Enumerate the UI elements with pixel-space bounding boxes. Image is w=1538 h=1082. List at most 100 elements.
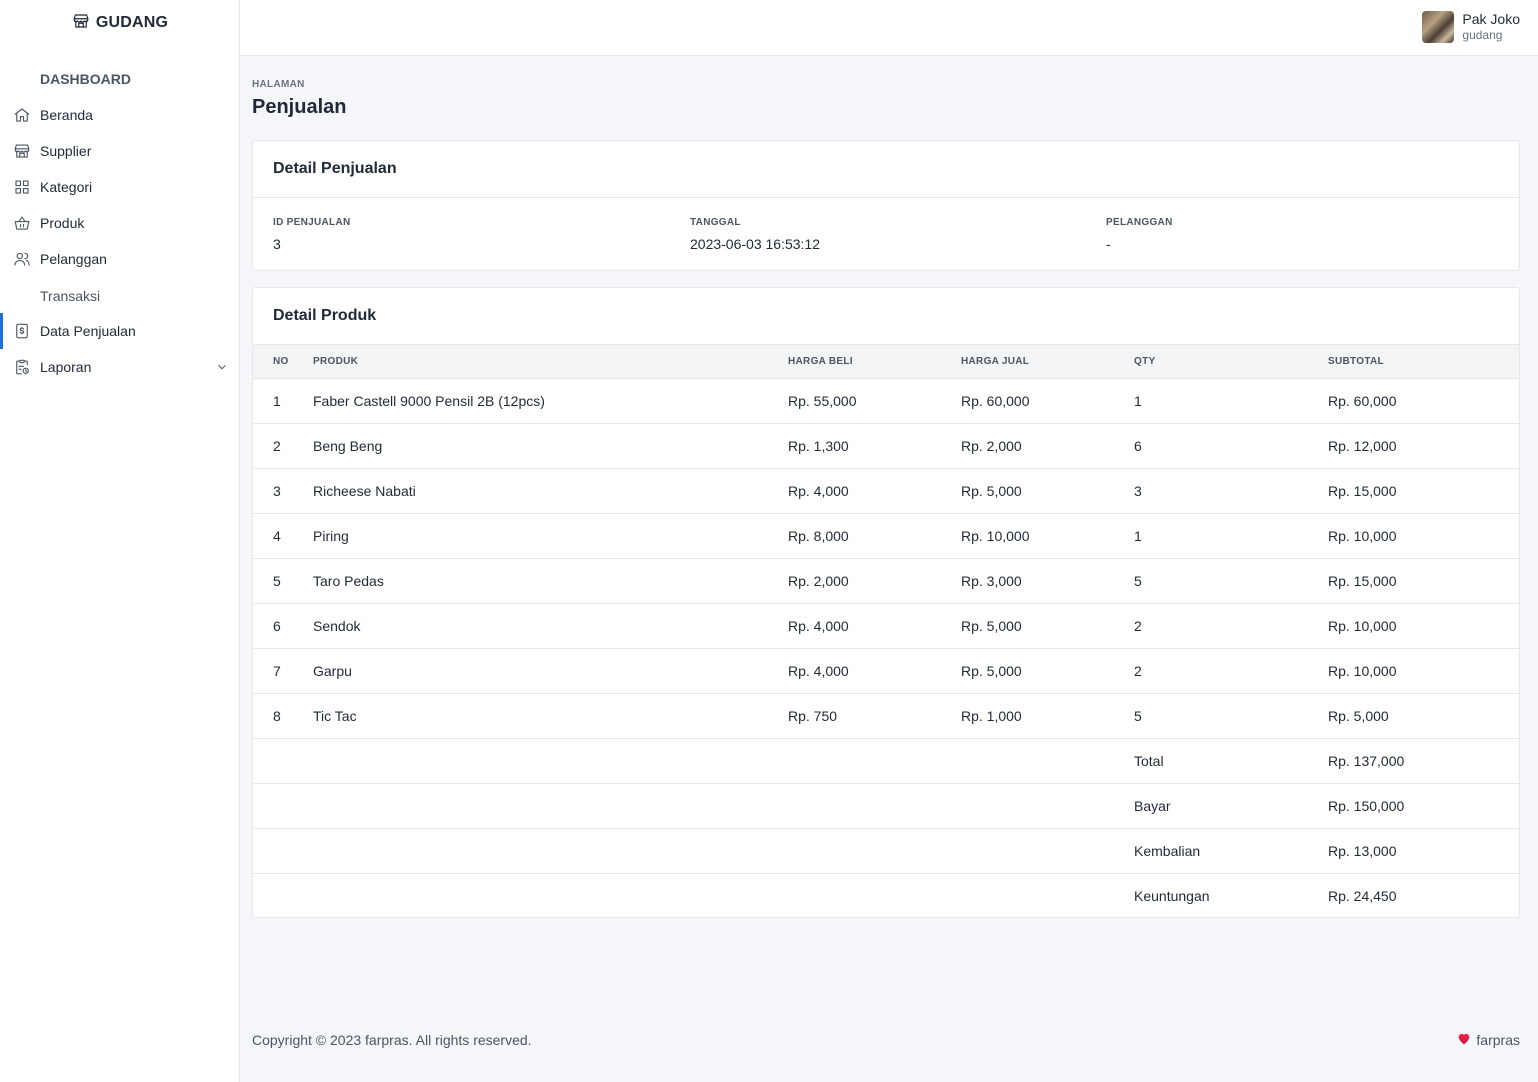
- cell-no: 2: [253, 423, 313, 469]
- section-label-dashboard: DASHBOARD: [40, 71, 131, 87]
- summary-value: Rp. 150,000: [1328, 783, 1519, 829]
- summary-row-total: Total Rp. 137,000: [253, 738, 1519, 784]
- sale-customer-label: PELANGGAN: [1106, 217, 1173, 228]
- cell-no: 4: [253, 513, 313, 559]
- sidebar-item-produk[interactable]: Produk: [0, 205, 239, 241]
- cell-produk: Taro Pedas: [313, 558, 788, 604]
- cell-harga-beli: Rp. 4,000: [788, 468, 961, 514]
- chevron-down-icon: [215, 360, 229, 374]
- cell-subtotal: Rp. 15,000: [1328, 558, 1519, 604]
- cell-harga-beli: Rp. 4,000: [788, 603, 961, 649]
- topbar: Pak Joko gudang: [240, 0, 1538, 56]
- cell-produk: Garpu: [313, 648, 788, 694]
- table-header-row: NO PRODUK HARGA BELI HARGA JUAL QTY SUBT…: [253, 345, 1519, 379]
- cell-qty: 1: [1134, 513, 1328, 559]
- report-icon: [13, 358, 31, 376]
- cell-no: 6: [253, 603, 313, 649]
- store-icon: [13, 142, 31, 160]
- cell-produk: Richeese Nabati: [313, 468, 788, 514]
- cell-qty: 2: [1134, 603, 1328, 649]
- table-row: 1 Faber Castell 9000 Pensil 2B (12pcs) R…: [253, 378, 1519, 424]
- cell-harga-beli: Rp. 4,000: [788, 648, 961, 694]
- sale-detail-card: Detail Penjualan ID PENJUALAN 3 TANGGAL …: [252, 140, 1520, 271]
- sidebar-item-label: Kategori: [40, 179, 93, 195]
- cell-harga-beli: Rp. 8,000: [788, 513, 961, 559]
- sale-id-label: ID PENJUALAN: [273, 217, 351, 228]
- summary-value: Rp. 137,000: [1328, 738, 1519, 784]
- table-row: 7 Garpu Rp. 4,000 Rp. 5,000 2 Rp. 10,000: [253, 648, 1519, 694]
- product-detail-header: Detail Produk: [253, 288, 1519, 345]
- sidebar-item-pelanggan[interactable]: Pelanggan: [0, 241, 239, 277]
- sale-customer-field: PELANGGAN -: [1106, 217, 1173, 252]
- basket-icon: [13, 214, 31, 232]
- sidebar-item-data-penjualan[interactable]: Data Penjualan: [0, 313, 239, 349]
- sidebar: GUDANG DASHBOARD Beranda Supplier Katego…: [0, 0, 240, 1082]
- footer-credit[interactable]: farpras: [1457, 1032, 1520, 1048]
- cell-no: 1: [253, 378, 313, 424]
- brand-name: GUDANG: [95, 14, 169, 31]
- footer-copyright: Copyright © 2023 farpras. All rights res…: [252, 1032, 532, 1048]
- page-subtitle: HALAMAN: [252, 79, 305, 90]
- sidebar-item-label: Laporan: [40, 359, 92, 375]
- sidebar-item-label: Pelanggan: [40, 251, 107, 267]
- cell-no: 3: [253, 468, 313, 514]
- summary-label: Total: [1134, 738, 1328, 784]
- avatar: [1422, 11, 1455, 43]
- cell-qty: 6: [1134, 423, 1328, 469]
- user-name: Pak Joko: [1462, 11, 1520, 27]
- cell-harga-beli: Rp. 750: [788, 693, 961, 739]
- user-role: gudang: [1462, 28, 1503, 42]
- cell-qty: 5: [1134, 558, 1328, 604]
- cell-subtotal: Rp. 60,000: [1328, 378, 1519, 424]
- sale-customer-value: -: [1106, 236, 1111, 252]
- summary-row-bayar: Bayar Rp. 150,000: [253, 783, 1519, 829]
- sale-date-value: 2023-06-03 16:53:12: [690, 236, 820, 252]
- product-detail-card: Detail Produk NO PRODUK HARGA BELI HARGA…: [252, 287, 1520, 918]
- heart-icon: [1457, 1032, 1471, 1048]
- table-row: 4 Piring Rp. 8,000 Rp. 10,000 1 Rp. 10,0…: [253, 513, 1519, 559]
- sidebar-item-label: Data Penjualan: [40, 323, 136, 339]
- table-row: 5 Taro Pedas Rp. 2,000 Rp. 3,000 5 Rp. 1…: [253, 558, 1519, 604]
- cell-subtotal: Rp. 5,000: [1328, 693, 1519, 739]
- receipt-icon: [13, 322, 31, 340]
- column-header-harga-jual: HARGA JUAL: [961, 345, 1134, 379]
- sidebar-item-kategori[interactable]: Kategori: [0, 169, 239, 205]
- page-title: Penjualan: [252, 96, 347, 118]
- summary-row-keuntungan: Keuntungan Rp. 24,450: [253, 873, 1519, 917]
- user-menu[interactable]: Pak Joko gudang: [1422, 11, 1520, 43]
- table-row: 3 Richeese Nabati Rp. 4,000 Rp. 5,000 3 …: [253, 468, 1519, 514]
- summary-value: Rp. 13,000: [1328, 828, 1519, 874]
- summary-value: Rp. 24,450: [1328, 887, 1397, 904]
- cell-harga-jual: Rp. 5,000: [961, 603, 1134, 649]
- section-label-transaksi: Transaksi: [40, 288, 101, 304]
- sidebar-item-laporan[interactable]: Laporan: [0, 349, 239, 385]
- sidebar-item-supplier[interactable]: Supplier: [0, 133, 239, 169]
- cell-subtotal: Rp. 15,000: [1328, 468, 1519, 514]
- column-header-produk: PRODUK: [313, 345, 788, 379]
- product-table: NO PRODUK HARGA BELI HARGA JUAL QTY SUBT…: [253, 345, 1519, 917]
- cell-qty: 5: [1134, 693, 1328, 739]
- table-row: 6 Sendok Rp. 4,000 Rp. 5,000 2 Rp. 10,00…: [253, 603, 1519, 649]
- cell-qty: 2: [1134, 648, 1328, 694]
- sale-id-field: ID PENJUALAN 3: [273, 217, 351, 252]
- grid-icon: [13, 178, 31, 196]
- brand[interactable]: GUDANG: [0, 0, 240, 46]
- column-header-harga-beli: HARGA BELI: [788, 345, 961, 379]
- cell-subtotal: Rp. 10,000: [1328, 513, 1519, 559]
- cell-produk: Piring: [313, 513, 788, 559]
- table-row: 8 Tic Tac Rp. 750 Rp. 1,000 5 Rp. 5,000: [253, 693, 1519, 739]
- cell-harga-beli: Rp. 1,300: [788, 423, 961, 469]
- sidebar-item-label: Beranda: [40, 107, 93, 123]
- cell-produk: Beng Beng: [313, 423, 788, 469]
- cell-no: 5: [253, 558, 313, 604]
- cell-harga-jual: Rp. 1,000: [961, 693, 1134, 739]
- user-info: Pak Joko gudang: [1462, 11, 1520, 43]
- sale-date-label: TANGGAL: [690, 217, 741, 228]
- summary-label: Kembalian: [1134, 828, 1328, 874]
- sidebar-item-beranda[interactable]: Beranda: [0, 97, 239, 133]
- home-icon: [13, 106, 31, 124]
- cell-harga-jual: Rp. 10,000: [961, 513, 1134, 559]
- column-header-no: NO: [253, 345, 313, 379]
- store-icon: [72, 12, 90, 35]
- sale-date-field: TANGGAL 2023-06-03 16:53:12: [690, 217, 820, 252]
